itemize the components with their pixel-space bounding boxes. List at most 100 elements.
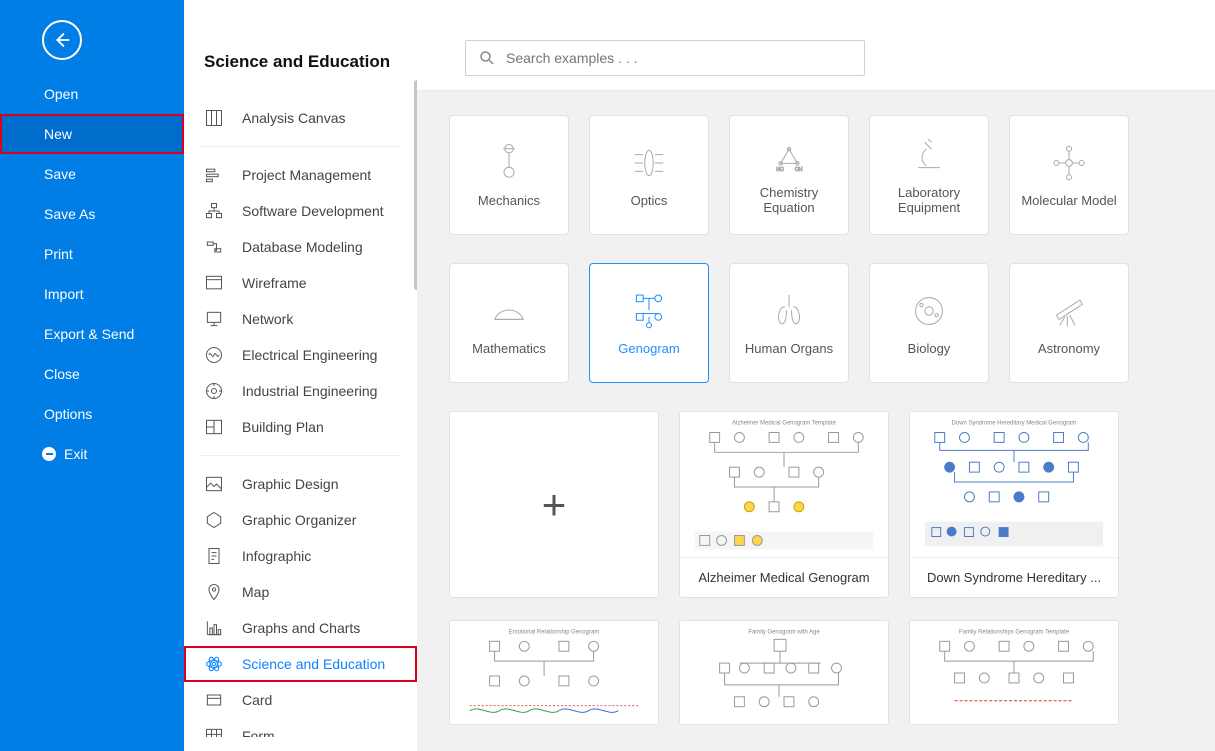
floorplan-icon [204, 417, 224, 437]
tile-mechanics[interactable]: Mechanics [449, 115, 569, 235]
cat-graphs-and-charts[interactable]: Graphs and Charts [184, 610, 417, 646]
menu-print[interactable]: Print [0, 234, 184, 274]
monitor-icon [204, 309, 224, 329]
template-family-relationships-genogram[interactable]: Family Relationships Genogram Template [909, 620, 1119, 725]
tile-human-organs[interactable]: Human Organs [729, 263, 849, 383]
arrow-left-icon [51, 29, 73, 51]
chart-icon [204, 618, 224, 638]
tree-icon [204, 201, 224, 221]
template-blank[interactable]: + [449, 411, 659, 598]
database-icon [204, 237, 224, 257]
tile-laboratory-equipment[interactable]: Laboratory Equipment [869, 115, 989, 235]
template-down-syndrome-genogram[interactable]: Down Syndrome Hereditary Medical Genogra… [909, 411, 1119, 598]
template-family-genogram-age[interactable]: Family Genogram with Age [679, 620, 889, 725]
image-icon [204, 474, 224, 494]
bars-icon [204, 165, 224, 185]
exit-label: Exit [64, 446, 87, 462]
menu-import[interactable]: Import [0, 274, 184, 314]
hex-icon [204, 510, 224, 530]
separator [200, 146, 401, 147]
cat-map[interactable]: Map [184, 574, 417, 610]
genogram-icon [628, 290, 670, 332]
menu-close[interactable]: Close [0, 354, 184, 394]
pin-icon [204, 582, 224, 602]
template-thumb: Emotional Relationship Genogram [450, 621, 658, 725]
cat-form[interactable]: Form [184, 718, 417, 737]
menu-save[interactable]: Save [0, 154, 184, 194]
molecule-icon [1048, 142, 1090, 184]
atom-icon [204, 654, 224, 674]
cat-project-management[interactable]: Project Management [184, 157, 417, 193]
cat-wireframe[interactable]: Wireframe [184, 265, 417, 301]
cat-building-plan[interactable]: Building Plan [184, 409, 417, 445]
svg-text:OH: OH [795, 167, 803, 173]
cat-database-modeling[interactable]: Database Modeling [184, 229, 417, 265]
cat-electrical-engineering[interactable]: Electrical Engineering [184, 337, 417, 373]
template-caption: Down Syndrome Hereditary ... [910, 557, 1118, 597]
tile-biology[interactable]: Biology [869, 263, 989, 383]
menu-export-send[interactable]: Export & Send [0, 314, 184, 354]
microscope-icon [908, 134, 950, 176]
optics-icon [628, 142, 670, 184]
svg-text:Alzheimer Medical Genogram Tem: Alzheimer Medical Genogram Template [732, 421, 837, 427]
tile-mathematics[interactable]: Mathematics [449, 263, 569, 383]
tile-astronomy[interactable]: Astronomy [1009, 263, 1129, 383]
chemistry-icon: HO OH [768, 134, 810, 176]
cat-card[interactable]: Card [184, 682, 417, 718]
svg-text:Family Genogram with Age: Family Genogram with Age [748, 629, 820, 635]
template-thumb: Alzheimer Medical Genogram Template [680, 412, 888, 557]
template-alzheimer-genogram[interactable]: Alzheimer Medical Genogram Template Alzh… [679, 411, 889, 598]
menu-save-as[interactable]: Save As [0, 194, 184, 234]
svg-text:Emotional Relationship Genogra: Emotional Relationship Genogram [509, 629, 599, 635]
cat-analysis-canvas[interactable]: Analysis Canvas [184, 100, 417, 136]
menu-options[interactable]: Options [0, 394, 184, 434]
template-thumb: Family Genogram with Age [680, 621, 888, 725]
mechanics-icon [488, 142, 530, 184]
window-icon [204, 273, 224, 293]
exit-icon [42, 447, 56, 461]
search-input[interactable] [506, 50, 852, 66]
tile-genogram[interactable]: Genogram [589, 263, 709, 383]
grid-icon [204, 108, 224, 128]
category-list[interactable]: Analysis Canvas Project Management Softw… [184, 100, 417, 737]
cat-graphic-design[interactable]: Graphic Design [184, 466, 417, 502]
menu-exit[interactable]: Exit [0, 434, 184, 474]
cat-science-and-education[interactable]: Science and Education [184, 646, 417, 682]
telescope-icon [1048, 290, 1090, 332]
svg-text:Down Syndrome Hereditary Medic: Down Syndrome Hereditary Medical Genogra… [952, 421, 1077, 427]
tile-optics[interactable]: Optics [589, 115, 709, 235]
menu-new[interactable]: New [0, 114, 184, 154]
template-panel: Mechanics Optics HOOH Chemistry Equation… [417, 0, 1215, 751]
table-icon [204, 726, 224, 737]
template-thumb: Family Relationships Genogram Template [910, 621, 1118, 725]
category-heading: Science and Education [184, 34, 417, 90]
search-box[interactable] [465, 40, 865, 76]
template-canvas[interactable]: Mechanics Optics HOOH Chemistry Equation… [417, 90, 1215, 751]
lungs-icon [768, 290, 810, 332]
svg-text:Family Relationships Genogram: Family Relationships Genogram Template [959, 629, 1070, 635]
cat-industrial-engineering[interactable]: Industrial Engineering [184, 373, 417, 409]
file-menu-sidebar: Open New Save Save As Print Import Expor… [0, 0, 184, 751]
template-emotional-relationship-genogram[interactable]: Emotional Relationship Genogram [449, 620, 659, 725]
wave-icon [204, 345, 224, 365]
cell-icon [908, 290, 950, 332]
math-icon [488, 290, 530, 332]
template-thumb: Down Syndrome Hereditary Medical Genogra… [910, 412, 1118, 557]
plus-icon: + [542, 481, 567, 529]
page-icon [204, 546, 224, 566]
category-panel: Science and Education Analysis Canvas Pr… [184, 0, 417, 751]
tile-chemistry-equation[interactable]: HOOH Chemistry Equation [729, 115, 849, 235]
menu-open[interactable]: Open [0, 74, 184, 114]
search-icon [478, 49, 496, 67]
card-icon [204, 690, 224, 710]
cat-infographic[interactable]: Infographic [184, 538, 417, 574]
back-button[interactable] [42, 20, 82, 60]
gear-icon [204, 381, 224, 401]
cat-software-development[interactable]: Software Development [184, 193, 417, 229]
cat-graphic-organizer[interactable]: Graphic Organizer [184, 502, 417, 538]
tile-molecular-model[interactable]: Molecular Model [1009, 115, 1129, 235]
template-caption: Alzheimer Medical Genogram [680, 557, 888, 597]
separator [200, 455, 401, 456]
cat-network[interactable]: Network [184, 301, 417, 337]
svg-text:HO: HO [776, 167, 784, 173]
